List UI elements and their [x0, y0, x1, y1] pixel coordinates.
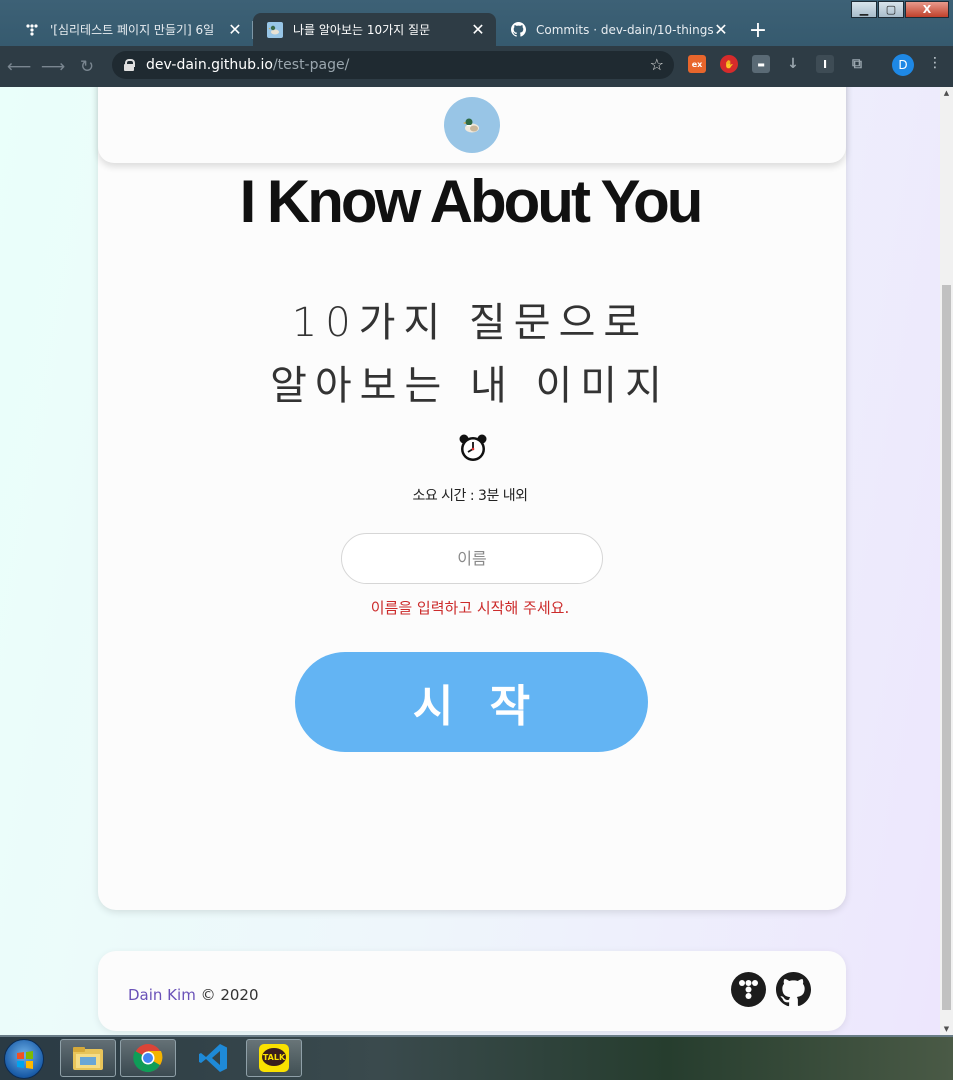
tab-close-icon[interactable]: ✕	[227, 20, 243, 39]
name-input[interactable]	[341, 533, 603, 584]
new-tab-button[interactable]: +	[743, 15, 773, 45]
alarm-clock-icon	[458, 433, 488, 467]
scrollbar-thumb[interactable]	[942, 285, 951, 1010]
extension-download-icon[interactable]: ↓	[784, 55, 802, 73]
address-bar[interactable]: dev-dain.github.io/test-page/ ☆	[112, 51, 674, 79]
tab-title: 나를 알아보는 10가지 질문	[293, 23, 431, 37]
kakaotalk-icon[interactable]: TALK	[246, 1039, 302, 1077]
duck-favicon	[267, 21, 283, 38]
subtitle-line-1: 10가지 질문으로	[291, 300, 649, 346]
page-viewport: I Know About You 10가지 질문으로 알아보는 내 이미지 소요…	[0, 87, 940, 1035]
back-arrow-icon[interactable]: ⟵	[4, 52, 34, 82]
tab-title: '[심리테스트 페이지 만들기] 6일	[50, 23, 215, 37]
page-title: I Know About You	[239, 168, 704, 235]
tab-strip: '[심리테스트 페이지 만들기] 6일 ✕ 나를 알아보는 10가지 질문 ✕ …	[10, 13, 773, 47]
window-close-button[interactable]: X	[905, 1, 949, 18]
url-path: /test-page/	[272, 57, 350, 73]
tistory-icon	[24, 22, 40, 38]
github-icon[interactable]	[776, 972, 811, 1007]
error-message: 이름을 입력하고 시작해 주세요.	[370, 599, 570, 617]
reload-icon[interactable]: ↻	[72, 52, 102, 82]
windows-start-orb[interactable]	[4, 1039, 44, 1079]
chrome-icon[interactable]	[120, 1039, 176, 1077]
extension-ex-icon[interactable]: ex	[688, 55, 706, 73]
tab-tistory[interactable]: '[심리테스트 페이지 만들기] 6일 ✕	[10, 13, 253, 46]
github-icon	[510, 22, 526, 38]
tab-close-icon[interactable]: ✕	[713, 20, 729, 39]
extension-i-icon[interactable]: I	[816, 55, 834, 73]
tab-title: Commits · dev-dain/10-things-t	[536, 22, 713, 37]
extension-screen-icon[interactable]: ▬	[752, 55, 770, 73]
forward-arrow-icon[interactable]: ⟶	[38, 52, 68, 82]
tab-github-commits[interactable]: Commits · dev-dain/10-things-t ✕	[496, 13, 739, 46]
subtitle-line-2: 알아보는 내 이미지	[270, 363, 670, 409]
vscode-icon[interactable]	[185, 1039, 241, 1077]
tab-close-icon[interactable]: ✕	[470, 20, 486, 39]
tab-test-page[interactable]: 나를 알아보는 10가지 질문 ✕	[253, 13, 496, 46]
browser-chrome: ▁ ▢ X '[심리테스트 페이지 만들기] 6일 ✕ 나를 알아보는 10가지…	[0, 0, 953, 87]
browser-menu-icon[interactable]: ⋮	[928, 55, 942, 71]
scroll-up-arrow-icon[interactable]: ▲	[940, 89, 953, 97]
window-controls: ▁ ▢ X	[850, 1, 949, 18]
maximize-button[interactable]: ▢	[878, 1, 904, 18]
file-explorer-icon[interactable]	[60, 1039, 116, 1077]
profile-avatar[interactable]: D	[892, 54, 914, 76]
footer-credit: Dain Kim © 2020	[128, 986, 259, 1004]
extension-adblock-icon[interactable]: ✋	[720, 55, 738, 73]
url-host: dev-dain.github.io	[146, 57, 273, 73]
start-button[interactable]: 시 작	[295, 652, 648, 752]
copyright-text: © 2020	[195, 986, 259, 1004]
bookmark-star-icon[interactable]: ☆	[650, 55, 664, 74]
kakaotalk-label: TALK	[263, 1053, 286, 1062]
scroll-down-arrow-icon[interactable]: ▼	[940, 1025, 953, 1033]
author-link[interactable]: Dain Kim	[128, 986, 196, 1004]
duration-text: 소요 시간 : 3분 내외	[412, 488, 528, 504]
minimize-button[interactable]: ▁	[851, 1, 877, 18]
extension-capture-icon[interactable]: ⧉	[848, 55, 866, 73]
windows-taskbar: TALK	[0, 1035, 953, 1080]
site-footer: Dain Kim © 2020	[98, 951, 846, 1031]
browser-toolbar: ⟵ ⟶ ↻ dev-dain.github.io/test-page/ ☆ ex…	[0, 46, 953, 87]
lock-icon	[124, 59, 135, 71]
tistory-icon[interactable]	[731, 972, 766, 1007]
duck-logo-icon[interactable]	[444, 97, 500, 153]
vertical-scrollbar[interactable]: ▲ ▼	[940, 87, 953, 1035]
site-header	[98, 87, 846, 163]
